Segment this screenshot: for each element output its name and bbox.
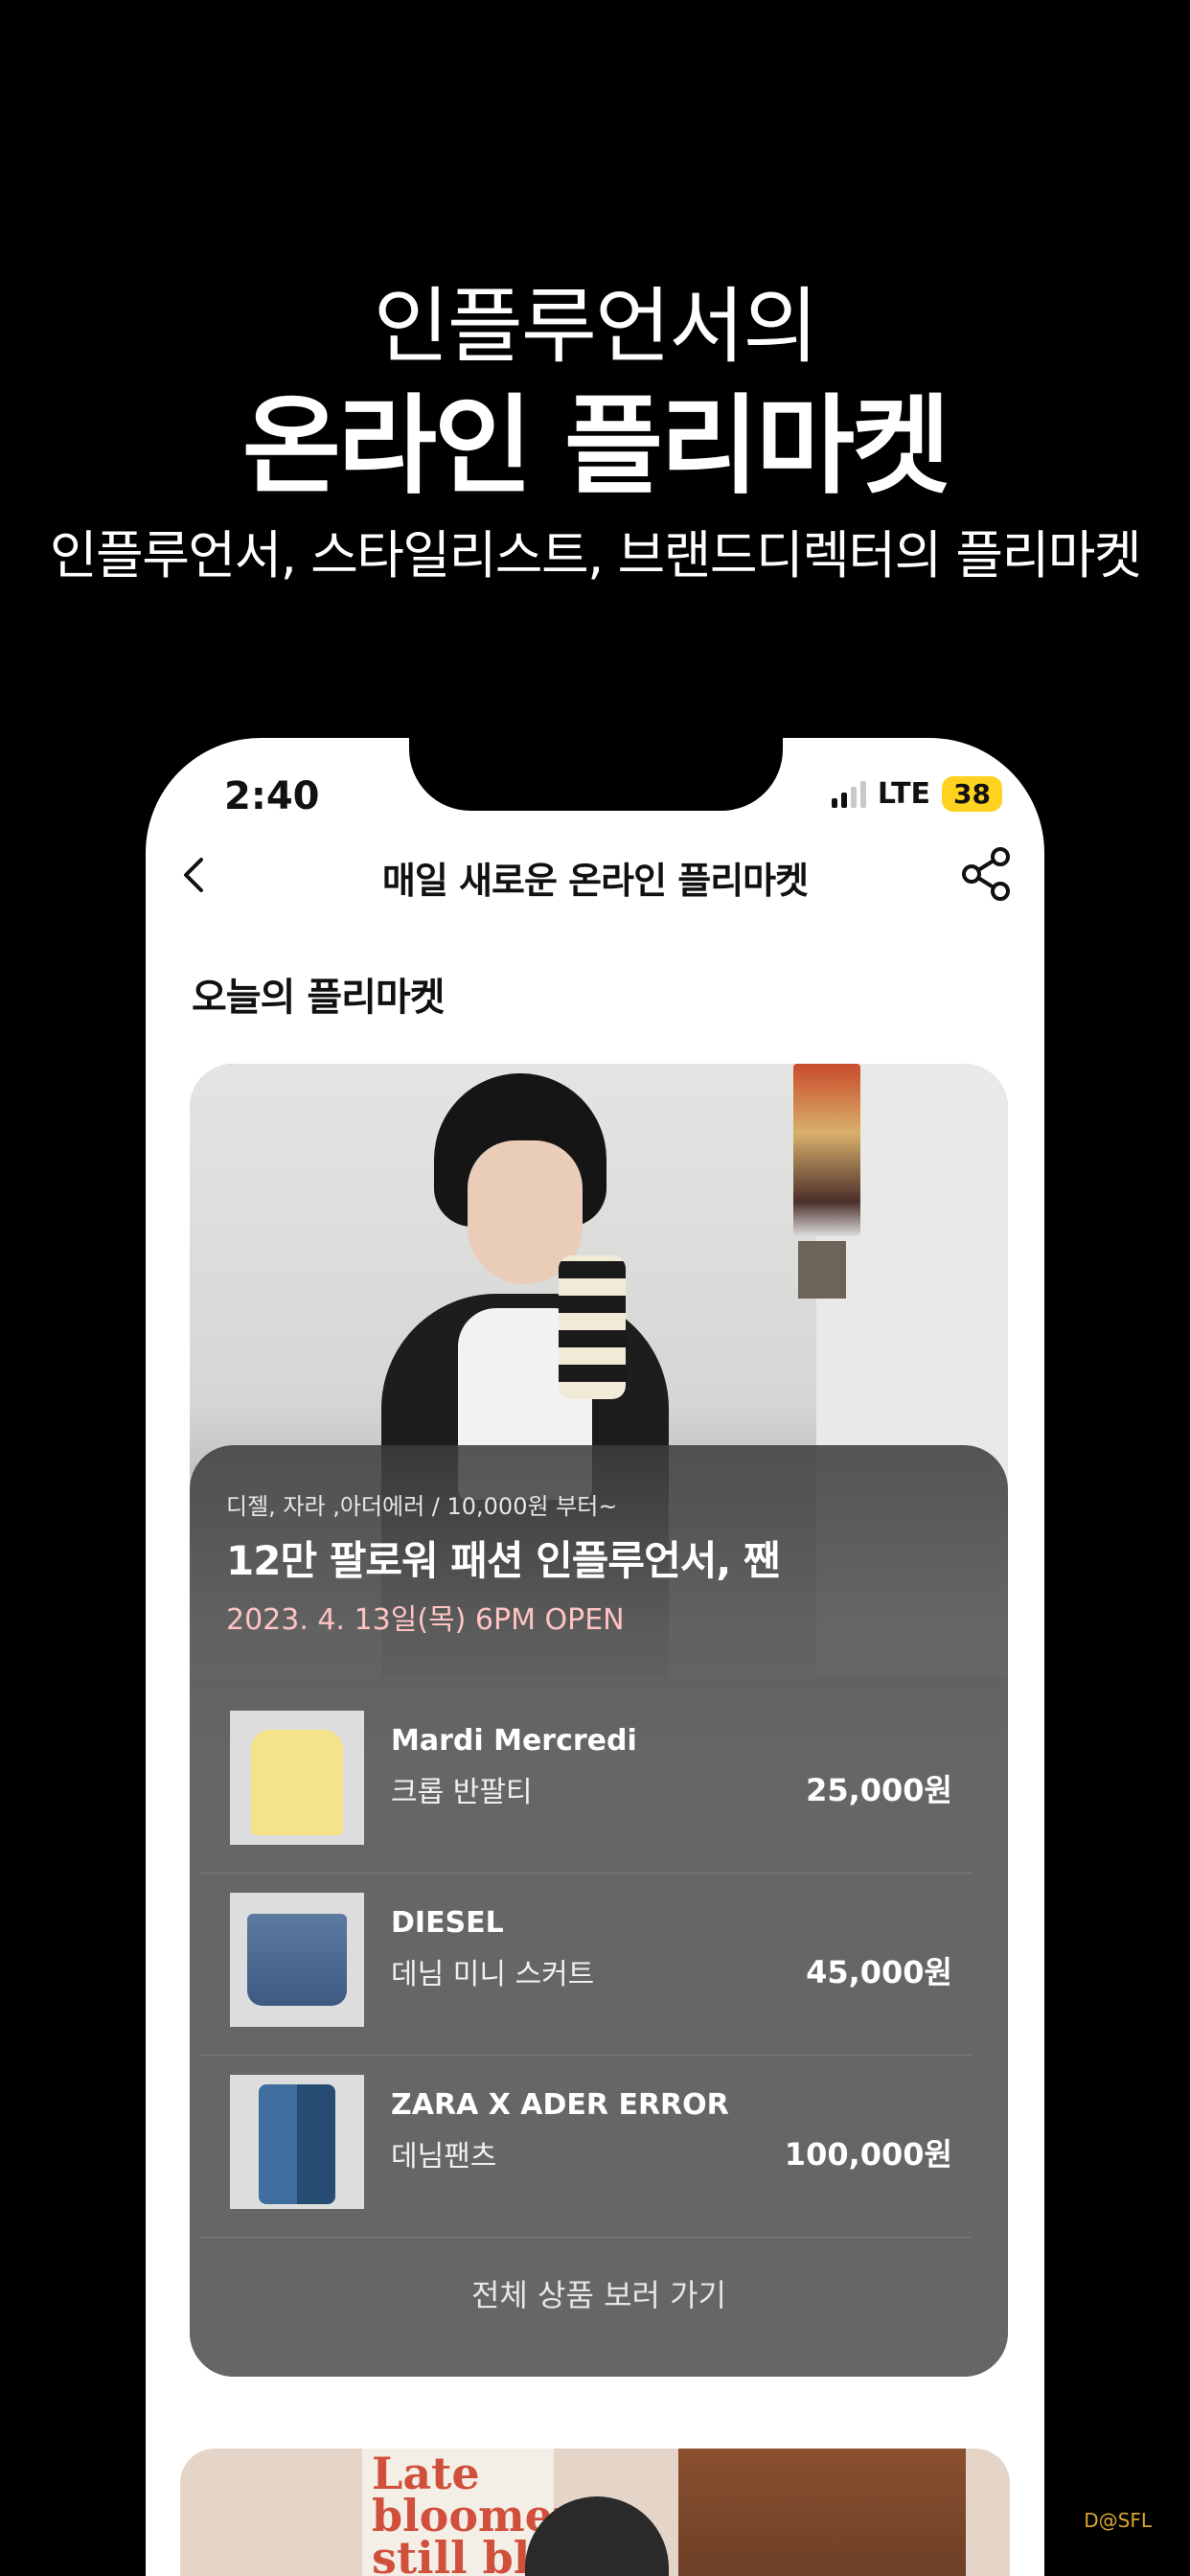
product-price: 100,000원: [784, 2136, 952, 2173]
shelf-image: [678, 2449, 966, 2576]
phone-frame: 2:40 LTE 38 매일 새로운 온라인 플리마켓 오늘의 플리마켓 디젤,…: [146, 738, 1044, 2576]
product-price: 45,000원: [806, 1954, 952, 1990]
product-item[interactable]: Mardi Mercredi 크롭 반팔티 25,000원: [199, 1691, 972, 1874]
product-brand: DIESEL: [391, 1906, 504, 1940]
share-icon: [962, 847, 1010, 901]
market-headline: 12만 팔로워 패션 인플루언서, 짼: [226, 1537, 781, 1584]
product-name: 데님팬츠: [391, 2140, 497, 2174]
network-label: LTE: [877, 777, 931, 811]
hero-title: 온라인 플리마켓: [241, 384, 950, 509]
product-thumbnail: [230, 2075, 364, 2209]
product-name: 데님 미니 스커트: [391, 1958, 595, 1991]
product-thumbnail: [230, 1711, 364, 1845]
market-open-date: 2023. 4. 13일(목) 6PM OPEN: [226, 1603, 625, 1637]
product-thumbnail: [230, 1893, 364, 2027]
battery-icon: 38: [942, 776, 1002, 812]
status-indicators: LTE 38: [831, 776, 1002, 812]
market-card[interactable]: 디젤, 자라 ,아더에러 / 10,000원 부터~ 12만 팔로워 패션 인플…: [190, 1064, 1008, 2377]
signal-icon: [831, 780, 866, 808]
product-brand: Mardi Mercredi: [391, 1724, 637, 1758]
watermark: D@SFL: [1084, 2509, 1152, 2532]
view-all-products-button[interactable]: 전체 상품 보러 가기: [190, 2271, 1008, 2315]
product-brand: ZARA X ADER ERROR: [391, 2088, 729, 2122]
product-item[interactable]: ZARA X ADER ERROR 데님팬츠 100,000원: [199, 2056, 972, 2238]
next-market-card[interactable]: Late bloomers still blo: [180, 2449, 1010, 2576]
product-name: 크롭 반팔티: [391, 1776, 533, 1809]
share-button[interactable]: [960, 845, 1014, 903]
product-item[interactable]: DIESEL 데님 미니 스커트 45,000원: [199, 1874, 972, 2056]
hero-subtitle: 인플루언서, 스타일리스트, 브랜드디렉터의 플리마켓: [49, 525, 1142, 586]
section-title: 오늘의 플리마켓: [192, 976, 446, 1020]
product-price: 25,000원: [806, 1772, 952, 1808]
phone-notch: [409, 738, 783, 811]
product-list: Mardi Mercredi 크롭 반팔티 25,000원 DIESEL 데님 …: [190, 1691, 1008, 2238]
status-time: 2:40: [224, 774, 320, 818]
market-tags: 디젤, 자라 ,아더에러 / 10,000원 부터~: [226, 1493, 618, 1520]
page-title: 매일 새로운 온라인 플리마켓: [381, 860, 809, 902]
